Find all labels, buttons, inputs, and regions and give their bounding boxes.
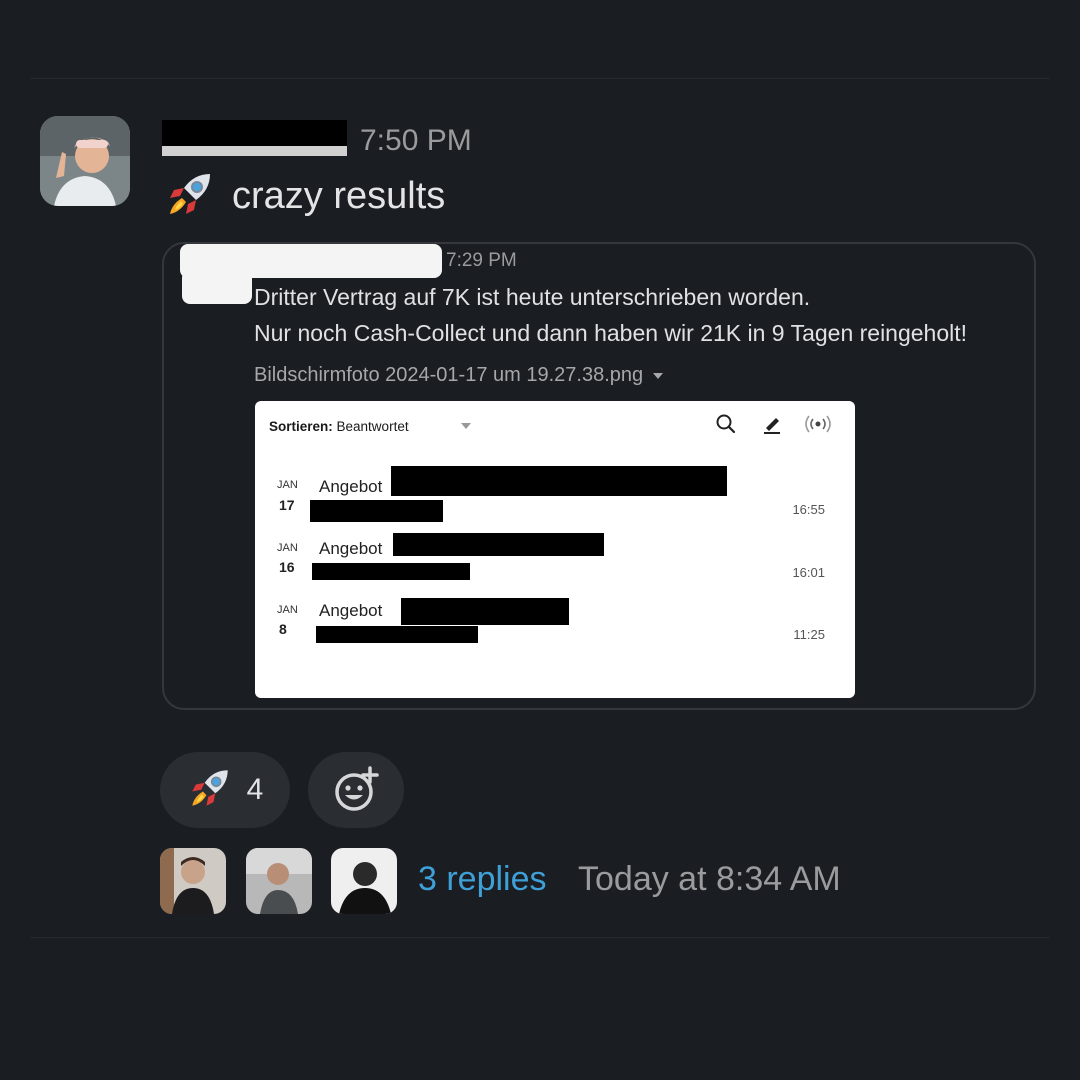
row-month: JAN: [277, 542, 298, 554]
attachment-image[interactable]: Sortieren: Beantwortet JAN 17 Angebot 16…: [255, 401, 855, 698]
shared-message-line-2: Nur noch Cash-Collect und dann haben wir…: [254, 320, 968, 346]
broadcast-icon: [805, 415, 831, 433]
thread-last-reply: Today at 8:34 AM: [578, 860, 841, 898]
author-avatar[interactable]: [40, 116, 130, 206]
row-month: JAN: [277, 604, 298, 616]
row-title: Angebot: [319, 477, 383, 496]
row-title: Angebot: [319, 601, 383, 620]
reply-avatar-1[interactable]: [160, 848, 226, 914]
bottom-divider: [30, 937, 1050, 938]
row-day: 8: [279, 621, 287, 637]
author-name-redacted: [162, 120, 347, 156]
message-text: crazy results: [232, 175, 446, 217]
redacted-block: [310, 500, 443, 522]
sort-value: Beantwortet: [336, 419, 409, 434]
message-timestamp[interactable]: 7:50 PM: [360, 124, 472, 158]
edit-icon: [764, 418, 780, 434]
message-body: crazy results: [164, 168, 445, 225]
redacted-block: [401, 598, 569, 625]
shared-avatar-redacted: [182, 270, 252, 304]
row-time: 16:55: [792, 502, 825, 517]
row-time: 16:01: [792, 565, 825, 580]
rocket-icon: [187, 765, 233, 816]
attachment-filename[interactable]: Bildschirmfoto 2024-01-17 um 19.27.38.pn…: [254, 364, 664, 387]
row-time: 11:25: [793, 627, 825, 642]
sort-control: Sortieren: Beantwortet: [269, 419, 409, 434]
thread-replies-link[interactable]: 3 replies: [418, 860, 547, 899]
row-day: 16: [279, 559, 295, 575]
row-month: JAN: [277, 479, 298, 491]
shared-message-line-1: Dritter Vertrag auf 7K ist heute untersc…: [254, 284, 811, 310]
add-reaction-button[interactable]: [308, 752, 404, 828]
reaction-count: 4: [246, 773, 264, 806]
redacted-block: [391, 466, 727, 496]
redacted-block: [312, 563, 470, 580]
shared-message-time: 7:29 PM: [446, 250, 517, 271]
redacted-block: [316, 626, 478, 643]
reaction-rocket[interactable]: 4: [160, 752, 290, 828]
sort-label: Sortieren:: [269, 419, 333, 434]
rocket-icon: [164, 168, 216, 225]
reply-avatar-3[interactable]: [331, 848, 397, 914]
top-divider: [30, 78, 1050, 79]
search-icon: [716, 414, 736, 434]
row-day: 17: [279, 497, 295, 513]
redacted-block: [393, 533, 604, 556]
attachment-filename-label: Bildschirmfoto 2024-01-17 um 19.27.38.pn…: [254, 364, 644, 386]
chevron-down-icon: [461, 423, 471, 429]
reply-avatar-2[interactable]: [246, 848, 312, 914]
chevron-down-icon[interactable]: [653, 372, 664, 379]
add-reaction-icon: [335, 766, 379, 811]
row-title: Angebot: [319, 539, 383, 558]
